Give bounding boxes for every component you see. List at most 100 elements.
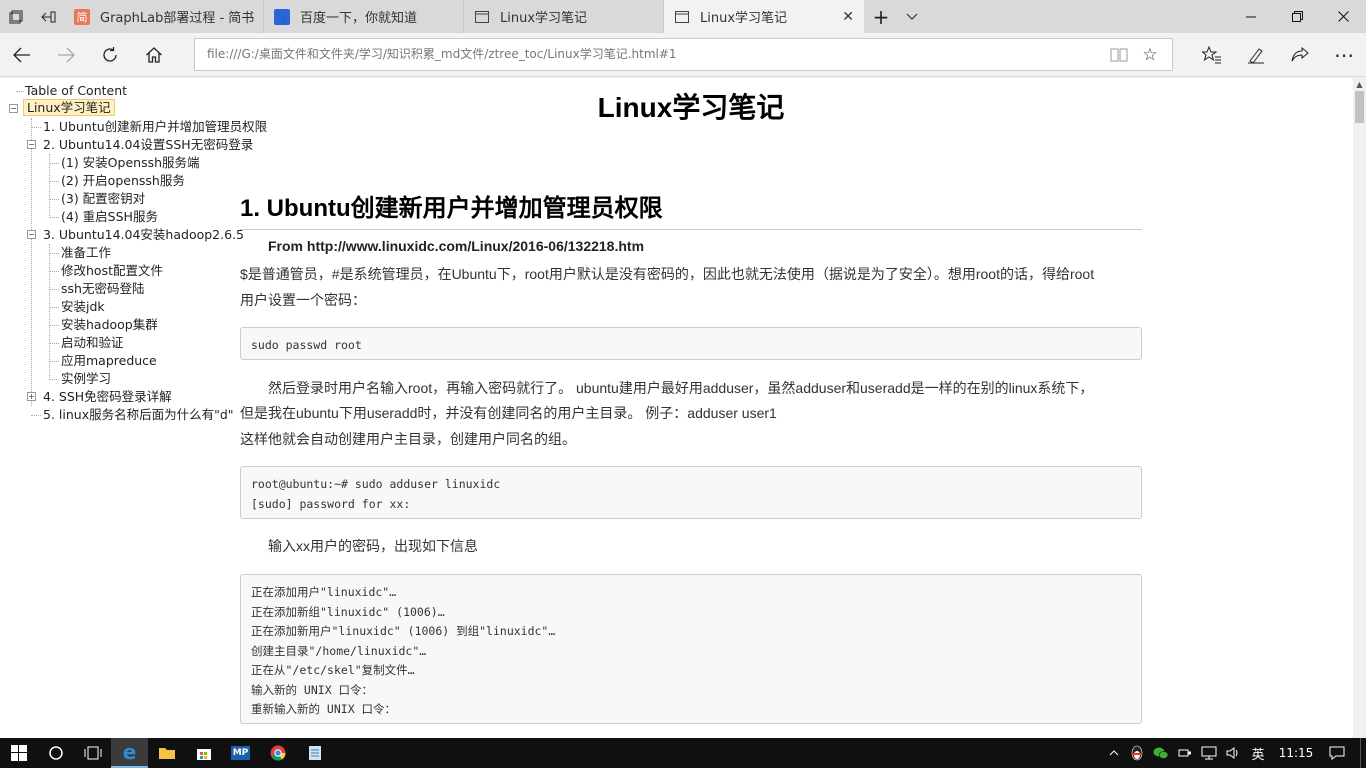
paragraph-line: 用户设置一个密码：	[240, 292, 366, 308]
toc-subitem[interactable]: (2) 开启openssh服务	[61, 172, 185, 190]
source-link[interactable]: From http://www.linuxidc.com/Linux/2016-…	[268, 238, 644, 254]
store-icon[interactable]	[185, 738, 222, 768]
tab-preview-icon[interactable]	[0, 0, 32, 33]
home-icon[interactable]	[132, 33, 176, 77]
refresh-icon[interactable]	[88, 33, 132, 77]
jianshu-icon: 简	[74, 8, 90, 25]
page-content: Table of Content − Linux学习笔记 1. Ubuntu创建…	[0, 78, 1353, 738]
vertical-scrollbar[interactable]: ▲	[1353, 78, 1366, 738]
taskbar: e MP 英 11:15	[0, 738, 1366, 768]
new-tab-icon[interactable]: +	[866, 0, 896, 33]
edge-browser-icon[interactable]: e	[111, 738, 148, 768]
network-icon[interactable]	[1198, 738, 1220, 768]
chrome-icon[interactable]	[259, 738, 296, 768]
toc-subitem[interactable]: ssh无密码登陆	[61, 280, 144, 298]
code-line: 正在添加新用户"linuxidc" (1006) 到组"linuxidc"…	[251, 624, 556, 638]
show-hidden-icons-icon[interactable]	[1104, 738, 1124, 768]
toc-root-label: Linux学习笔记	[23, 99, 115, 116]
task-view-icon[interactable]	[74, 738, 111, 768]
forward-icon[interactable]	[44, 33, 88, 77]
favorite-star-icon[interactable]: ☆	[1135, 39, 1165, 70]
toc-subitem[interactable]: 准备工作	[61, 244, 111, 262]
close-tab-icon[interactable]: ✕	[842, 9, 854, 25]
toc-header: Table of Content	[25, 83, 128, 98]
tab-title: GraphLab部署过程 - 简书	[100, 11, 255, 26]
address-bar[interactable]: file:///G:/桌面文件和文件夹/学习/知识积累_md文件/ztree_t…	[194, 38, 1173, 71]
code-line: 输入新的 UNIX 口令：	[251, 682, 374, 697]
reading-view-icon[interactable]	[1104, 39, 1134, 70]
close-window-icon[interactable]	[1320, 0, 1366, 33]
windows-start-icon[interactable]	[0, 738, 37, 768]
favorites-hub-icon[interactable]	[1190, 33, 1234, 77]
expand-icon[interactable]: +	[27, 392, 36, 401]
scroll-thumb[interactable]	[1355, 91, 1364, 123]
toc-subitem[interactable]: 应用mapreduce	[61, 352, 157, 370]
more-menu-icon[interactable]: ⋯	[1322, 33, 1366, 77]
toc-item-4[interactable]: 4. SSH免密码登录详解	[43, 388, 172, 406]
scroll-up-icon[interactable]: ▲	[1353, 78, 1366, 91]
toc-subitem[interactable]: (3) 配置密钥对	[61, 190, 145, 208]
file-explorer-icon[interactable]	[148, 738, 185, 768]
back-icon[interactable]	[0, 33, 44, 77]
volume-icon[interactable]	[1222, 738, 1244, 768]
collapse-icon[interactable]: −	[27, 230, 36, 239]
input-method-indicator[interactable]: 英	[1246, 738, 1270, 768]
section-heading: 1. Ubuntu创建新用户并增加管理员权限	[240, 188, 1142, 230]
share-icon[interactable]	[1278, 33, 1322, 77]
paragraph-line: 然后登录时用户名输入root，再输入密码就行了。 ubuntu建用户最好用add…	[268, 380, 1094, 396]
code-line: 创建主目录"/home/linuxidc"…	[251, 643, 427, 658]
code-line: 正在添加新组"linuxidc" (1006)…	[251, 604, 445, 619]
code-block: sudo passwd root	[240, 327, 1142, 360]
paragraph-line: $是普通管员，#是系统管理员，在Ubuntu下，root用户默认是没有密码的，因…	[240, 266, 1095, 282]
toc-subitem[interactable]: 安装hadoop集群	[61, 316, 158, 334]
page-title: Linux学习笔记	[597, 92, 785, 123]
toc-subitem[interactable]: 修改host配置文件	[61, 262, 163, 280]
page-icon	[674, 9, 690, 25]
toc-subitem[interactable]: 启动和验证	[61, 334, 124, 352]
restore-icon[interactable]	[1274, 0, 1320, 33]
baidu-paw-icon: 🐾	[274, 8, 290, 25]
code-line: 重新输入新的 UNIX 口令：	[251, 702, 397, 716]
address-url[interactable]: file:///G:/桌面文件和文件夹/学习/知识积累_md文件/ztree_t…	[207, 39, 677, 70]
web-note-icon[interactable]	[1234, 33, 1278, 77]
tab-linux-notes-active[interactable]: Linux学习笔记 ✕	[664, 0, 864, 33]
notepad-icon[interactable]	[296, 738, 333, 768]
paragraph-line: 输入xx用户的密码，出现如下信息	[268, 538, 478, 554]
code-line: [sudo] password for xx:	[251, 496, 411, 511]
toc-item-2[interactable]: 2. Ubuntu14.04设置SSH无密码登录	[43, 136, 253, 154]
tab-bar: 简 GraphLab部署过程 - 简书 🐾 百度一下，你就知道 Linux学习笔…	[0, 0, 1366, 33]
tab-graphlab[interactable]: 简 GraphLab部署过程 - 简书	[64, 0, 264, 33]
show-desktop-button[interactable]	[1360, 738, 1366, 768]
toc-root[interactable]: Linux学习笔记	[23, 99, 115, 117]
code-line: 正在添加用户"linuxidc"…	[251, 585, 397, 599]
toc-item-5[interactable]: 5. linux服务名称后面为什么有"d"	[43, 406, 234, 424]
code-block: root@ubuntu:~# sudo adduser linuxidc [su…	[240, 466, 1142, 519]
markdownpad-icon[interactable]: MP	[222, 738, 259, 768]
page-icon	[474, 9, 490, 25]
action-center-icon[interactable]	[1322, 738, 1352, 768]
qq-penguin-icon[interactable]	[1126, 738, 1148, 768]
search-cortana-icon[interactable]	[37, 738, 74, 768]
wechat-icon[interactable]	[1150, 738, 1172, 768]
clock[interactable]: 11:15	[1272, 738, 1320, 768]
toc-subitem[interactable]: (4) 重启SSH服务	[61, 208, 158, 226]
navigation-bar: file:///G:/桌面文件和文件夹/学习/知识积累_md文件/ztree_t…	[0, 33, 1366, 77]
toc-item-1[interactable]: 1. Ubuntu创建新用户并增加管理员权限	[43, 118, 267, 136]
minimize-icon[interactable]	[1228, 0, 1274, 33]
toc-subitem[interactable]: 实例学习	[61, 370, 111, 388]
paragraph-line: 这样他就会自动创建用户主目录，创建用户同名的组。	[240, 431, 576, 447]
code-block: 正在添加用户"linuxidc"… 正在添加新组"linuxidc" (1006…	[240, 574, 1142, 724]
set-aside-tabs-icon[interactable]	[32, 0, 64, 33]
toc-item-3[interactable]: 3. Ubuntu14.04安装hadoop2.6.5	[43, 226, 244, 244]
collapse-icon[interactable]: −	[9, 104, 18, 113]
tab-baidu[interactable]: 🐾 百度一下，你就知道	[264, 0, 464, 33]
tab-title: 百度一下，你就知道	[300, 11, 418, 26]
code-line: 正在从"/etc/skel"复制文件…	[251, 663, 415, 677]
collapse-icon[interactable]: −	[27, 140, 36, 149]
chevron-down-icon[interactable]	[898, 0, 926, 33]
toc-subitem[interactable]: (1) 安装Openssh服务端	[61, 154, 200, 172]
tab-linux-notes-1[interactable]: Linux学习笔记	[464, 0, 664, 33]
toc-subitem[interactable]: 安装jdk	[61, 298, 105, 316]
tab-title: Linux学习笔记	[500, 11, 588, 26]
usb-device-icon[interactable]	[1174, 738, 1196, 768]
